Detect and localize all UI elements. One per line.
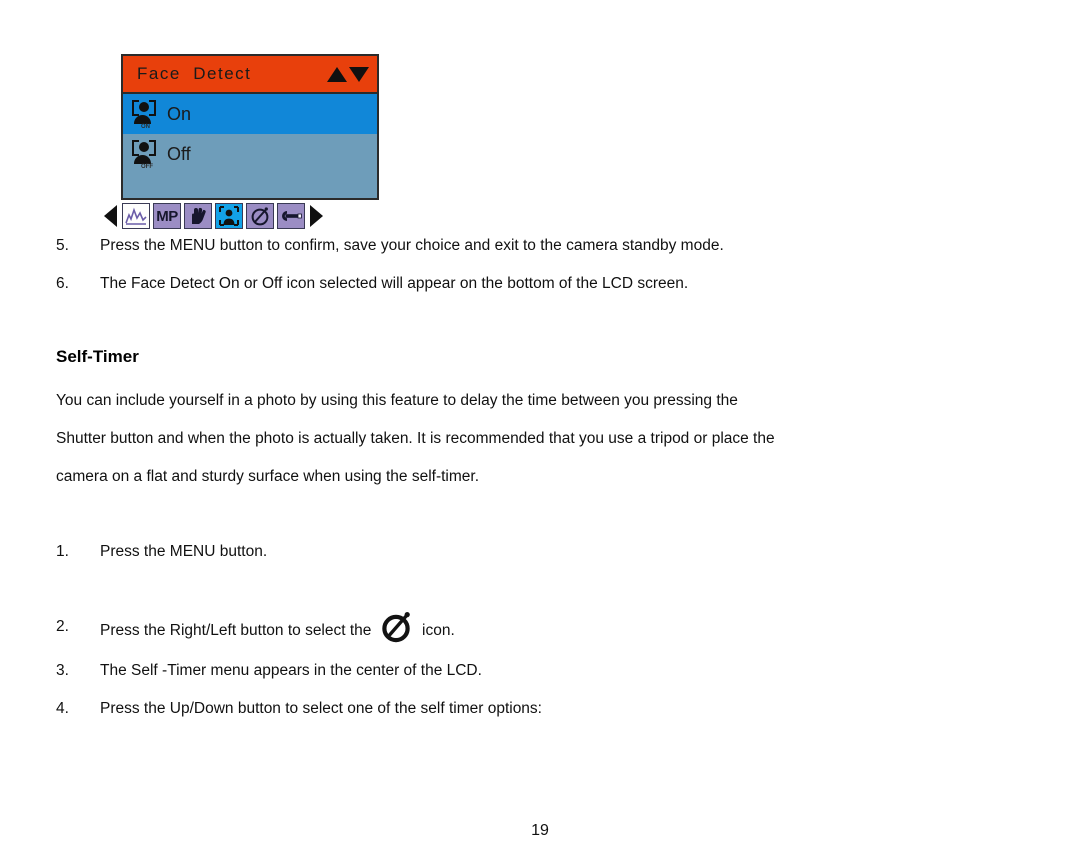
self-timer-description: You can include yourself in a photo by u… (56, 382, 994, 496)
toolbar-item-self-timer[interactable] (246, 203, 274, 229)
anti-shake-hand-icon (192, 207, 206, 224)
list-item: 6. The Face Detect On or Off icon select… (56, 272, 996, 295)
self-timer-icon (378, 607, 416, 645)
lcd-mode-toolbar: MP (104, 203, 394, 229)
paragraph-line: Shutter button and when the photo is act… (56, 430, 775, 447)
lcd-option-off-label: Off (167, 143, 191, 164)
megapixel-icon-label: MP (156, 207, 178, 225)
toolbar-item-anti-shake[interactable] (184, 203, 212, 229)
lcd-option-off[interactable]: OFF Off (123, 134, 377, 174)
lcd-menu-title: Face Detect (137, 64, 252, 83)
setup-wrench-icon (282, 211, 302, 221)
toolbar-right-arrow-icon[interactable] (310, 205, 323, 227)
face-detect-off-icon: OFF (131, 139, 157, 170)
list-item: 2. Press the Right/Left button to select… (56, 607, 996, 645)
face-detect-icon (219, 206, 239, 226)
list-item-number: 6. (56, 275, 69, 293)
list-item: 4. Press the Up/Down button to select on… (56, 697, 996, 720)
face-detect-off-icon-tag: OFF (141, 164, 153, 170)
list-item-number: 5. (56, 237, 69, 254)
camera-lcd-menu-figure: Face Detect ON On OFF Off MP (104, 54, 394, 229)
list-item-text: The Self -Timer menu appears in the cent… (100, 662, 482, 680)
face-detect-on-icon-tag: ON (141, 124, 150, 130)
self-timer-icon (251, 207, 269, 226)
toolbar-item-scene-histogram[interactable] (122, 203, 150, 229)
list-item-text-suffix: icon. (422, 622, 455, 640)
toolbar-left-arrow-icon[interactable] (104, 205, 117, 227)
face-detect-steps-list: 5. Press the MENU button to confirm, sav… (56, 234, 996, 296)
list-item-text: Press the Up/Down button to select one o… (100, 699, 542, 717)
section-heading-self-timer: Self-Timer (56, 347, 139, 366)
list-item-text: Press the Right/Left button to select th… (100, 622, 372, 640)
toolbar-item-face-detect[interactable] (215, 203, 243, 229)
lcd-header-arrows (327, 66, 369, 82)
list-item-number: 4. (56, 699, 69, 717)
paragraph-line: You can include yourself in a photo by u… (56, 392, 738, 409)
page-number: 19 (531, 822, 549, 839)
list-item: 1. Press the MENU button. (56, 540, 996, 563)
toolbar-item-megapixel[interactable]: MP (153, 203, 181, 229)
list-item: 5. Press the MENU button to confirm, sav… (56, 234, 996, 257)
scene-histogram-icon (125, 207, 147, 225)
toolbar-item-setup-wrench[interactable] (277, 203, 305, 229)
up-triangle-icon[interactable] (327, 66, 347, 82)
list-item-text: Press the MENU button to confirm, save y… (100, 237, 724, 254)
list-item-number: 2. (56, 617, 69, 635)
lcd-option-on-label: On (167, 103, 192, 124)
lcd-option-on[interactable]: ON On (123, 94, 377, 134)
list-item-text: Press the MENU button. (100, 543, 268, 560)
face-detect-on-icon: ON (131, 99, 157, 130)
list-item-number: 3. (56, 662, 69, 680)
lcd-menu-panel: Face Detect ON On OFF Off (121, 54, 379, 200)
lcd-menu-header: Face Detect (123, 56, 377, 94)
list-item-number: 1. (56, 543, 69, 560)
down-triangle-icon[interactable] (349, 66, 369, 82)
list-item-text-group: Press the Right/Left button to select th… (100, 607, 996, 645)
paragraph-line: camera on a flat and sturdy surface when… (56, 468, 480, 485)
self-timer-steps-list: 1. Press the MENU button. 2. Press the R… (56, 540, 996, 720)
list-item: 3. The Self -Timer menu appears in the c… (56, 659, 996, 682)
list-item-text: The Face Detect On or Off icon selected … (100, 275, 689, 293)
lcd-panel-filler (123, 174, 377, 198)
